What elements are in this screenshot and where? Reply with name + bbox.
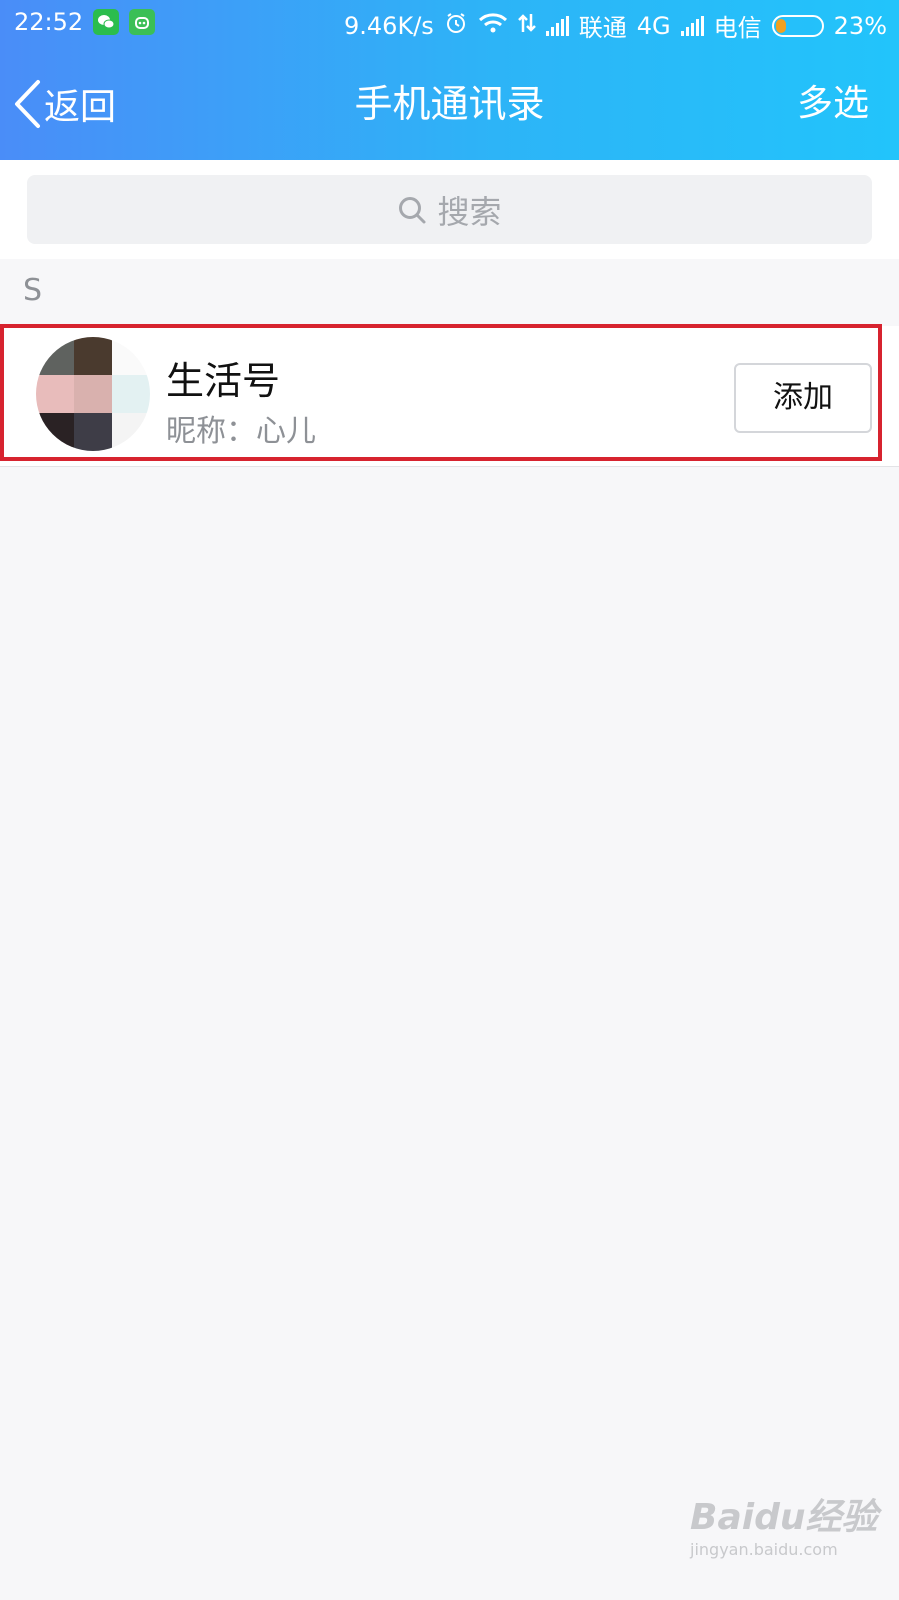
page-title: 手机通讯录 bbox=[354, 82, 545, 126]
carrier2-label: 电信 bbox=[713, 14, 762, 42]
status-right: 9.46K/s 联通 4G 电信 23% bbox=[344, 8, 887, 43]
section-letter: S bbox=[0, 259, 899, 323]
battery-text: 23% bbox=[833, 11, 887, 40]
search-icon bbox=[399, 196, 426, 223]
avatar bbox=[36, 337, 150, 451]
status-bar: 22:52 9.46K/s 联通 4G 电信 23% bbox=[0, 0, 899, 48]
data-arrows-icon bbox=[517, 12, 536, 40]
status-time: 22:52 bbox=[14, 8, 84, 36]
contact-name: 生活号 bbox=[166, 359, 281, 403]
status-left: 22:52 bbox=[14, 8, 156, 36]
network1-label: 4G bbox=[636, 11, 671, 40]
search-area: 搜索 bbox=[0, 160, 899, 259]
signal-icon bbox=[680, 15, 704, 36]
nav-bar: 返回 手机通讯录 多选 bbox=[0, 60, 899, 148]
multi-select-button[interactable]: 多选 bbox=[797, 74, 869, 134]
battery-fill bbox=[775, 18, 786, 33]
alarm-icon bbox=[444, 11, 468, 41]
search-input[interactable]: 搜索 bbox=[27, 175, 872, 244]
search-placeholder: 搜索 bbox=[437, 192, 502, 231]
wechat-icon bbox=[93, 9, 120, 35]
bot-icon bbox=[129, 9, 156, 35]
contact-nickname: 昵称：心儿 bbox=[166, 414, 316, 449]
watermark-logo: Baidu经验 bbox=[690, 1497, 878, 1538]
carrier1-label: 联通 bbox=[578, 14, 627, 42]
net-speed: 9.46K/s bbox=[344, 11, 434, 40]
wifi-icon bbox=[478, 12, 508, 40]
battery-icon bbox=[771, 14, 824, 37]
header-bar: 22:52 9.46K/s 联通 4G 电信 23% 返回 手机通讯录 多选 bbox=[0, 0, 899, 160]
watermark-url: jingyan.baidu.com bbox=[690, 1540, 838, 1559]
signal-icon bbox=[545, 15, 569, 36]
add-button[interactable]: 添加 bbox=[734, 363, 872, 433]
watermark: Baidu经验 jingyan.baidu.com bbox=[690, 1488, 890, 1588]
